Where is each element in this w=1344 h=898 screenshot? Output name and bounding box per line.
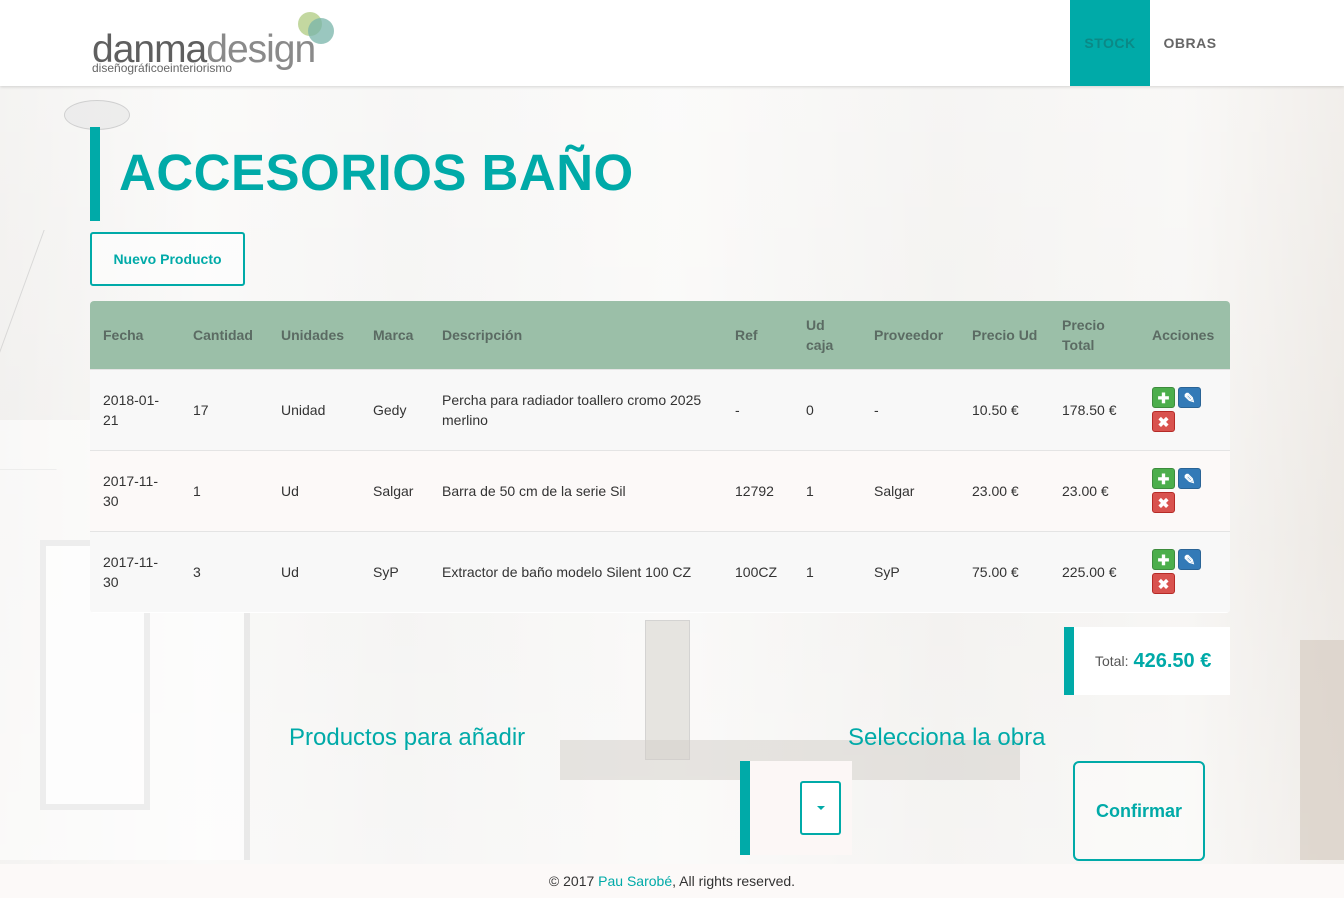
cell-precio-ud: 75.00 €	[972, 563, 1019, 580]
cell-precio-total: 225.00 €	[1062, 563, 1117, 580]
cell-precio-ud: 10.50 €	[972, 401, 1019, 418]
navbar: danmadesign diseñográficoeinteriorismo S…	[0, 0, 1344, 86]
stock-table: Fecha Cantidad Unidades Marca Descripció…	[90, 301, 1230, 613]
logo-tagline: diseñográficoeinteriorismo	[92, 61, 233, 75]
col-header-acciones: Acciones	[1152, 326, 1215, 343]
remove-icon[interactable]: ✖	[1152, 573, 1175, 595]
cell-ref: 12792	[735, 482, 774, 499]
confirm-button[interactable]: Confirmar	[1073, 761, 1205, 861]
total-value: 426.50 €	[1133, 649, 1212, 672]
cell-proveedor: Salgar	[874, 482, 915, 499]
cell-unidades: Unidad	[281, 401, 326, 418]
cell-ud-caja: 1	[806, 563, 814, 580]
cell-marca: Salgar	[373, 482, 414, 499]
plus-icon[interactable]: ✚	[1152, 387, 1175, 408]
cell-fecha: 2018-01-21	[103, 391, 160, 428]
select-obra-heading: Selecciona la obra	[848, 724, 1046, 751]
obra-dropdown-button[interactable]	[800, 781, 841, 835]
new-product-button[interactable]: Nuevo Producto	[90, 232, 245, 286]
tab-obras[interactable]: OBRAS	[1150, 0, 1230, 86]
cell-precio-ud: 23.00 €	[972, 482, 1019, 499]
table-row: 2017-11-30 3 Ud SyP Extractor de baño mo…	[90, 531, 1230, 612]
cell-marca: SyP	[373, 563, 399, 580]
footer-copyright: © 2017	[548, 873, 595, 889]
cell-ref: 100CZ	[735, 563, 778, 580]
cell-ud-caja: 0	[806, 401, 814, 418]
remove-icon[interactable]: ✖	[1152, 411, 1175, 432]
products-to-add-heading: Productos para añadir	[289, 724, 526, 751]
col-header-ref: Ref	[735, 326, 758, 343]
table-header-row: Fecha Cantidad Unidades Marca Descripció…	[90, 301, 1230, 369]
pencil-icon[interactable]: ✎	[1178, 387, 1201, 408]
page-title: ACCESORIOS BAÑO	[119, 144, 634, 201]
col-header-precio-total: Precio Total	[1062, 316, 1105, 353]
cell-cantidad: 1	[193, 482, 201, 499]
cell-fecha: 2017-11-30	[103, 553, 159, 590]
col-header-proveedor: Proveedor	[874, 326, 944, 343]
col-header-unidades: Unidades	[281, 326, 345, 343]
cell-descripcion: Extractor de baño modelo Silent 100 CZ	[442, 563, 692, 580]
footer-rights: , All rights reserved.	[672, 873, 796, 889]
logo[interactable]: danmadesign diseñográficoeinteriorismo	[92, 12, 342, 76]
cell-precio-total: 178.50 €	[1062, 401, 1117, 418]
total-label: Total:	[1095, 653, 1129, 669]
cell-unidades: Ud	[281, 482, 299, 499]
obra-select-container	[740, 761, 852, 855]
tab-stock[interactable]: STOCK	[1070, 0, 1150, 86]
remove-icon[interactable]: ✖	[1152, 492, 1175, 513]
cell-cantidad: 17	[193, 401, 209, 418]
footer-author-link[interactable]: Pau Sarobé	[598, 873, 672, 889]
cell-acciones: ✚ ✎ ✖	[1139, 369, 1230, 450]
cell-descripcion: Barra de 50 cm de la serie Sil	[442, 482, 626, 499]
table-row: 2018-01-21 17 Unidad Gedy Percha para ra…	[90, 369, 1230, 450]
cell-proveedor: SyP	[874, 563, 900, 580]
plus-icon[interactable]: ✚	[1152, 468, 1175, 489]
pencil-icon[interactable]: ✎	[1178, 549, 1201, 571]
col-header-descripcion: Descripción	[442, 326, 523, 343]
col-header-fecha: Fecha	[103, 326, 144, 343]
col-header-marca: Marca	[373, 326, 414, 343]
cell-acciones: ✚ ✎ ✖	[1139, 531, 1230, 612]
cell-descripcion: Percha para radiador toallero cromo 2025…	[442, 391, 702, 428]
main-content: ACCESORIOS BAÑO Nuevo Producto Fecha Can…	[0, 0, 1344, 898]
footer: © 2017 Pau Sarobé, All rights reserved.	[0, 864, 1344, 898]
pencil-icon[interactable]: ✎	[1178, 468, 1201, 489]
col-header-precio-ud: Precio Ud	[972, 326, 1038, 343]
total-summary: Total: 426.50 €	[1064, 627, 1230, 695]
cell-marca: Gedy	[373, 401, 407, 418]
col-header-ud-caja: Ud caja	[806, 316, 834, 353]
cell-proveedor: -	[874, 401, 879, 418]
cell-unidades: Ud	[281, 563, 299, 580]
cell-ref: -	[735, 401, 740, 418]
cell-precio-total: 23.00 €	[1062, 482, 1109, 499]
title-accent-bar	[90, 127, 100, 221]
plus-icon[interactable]: ✚	[1152, 549, 1175, 571]
cell-fecha: 2017-11-30	[103, 472, 159, 509]
caret-down-icon	[816, 806, 825, 810]
cell-acciones: ✚ ✎ ✖	[1139, 450, 1230, 531]
table-row: 2017-11-30 1 Ud Salgar Barra de 50 cm de…	[90, 450, 1230, 531]
col-header-cantidad: Cantidad	[193, 326, 253, 343]
cell-ud-caja: 1	[806, 482, 814, 499]
cell-cantidad: 3	[193, 563, 201, 580]
